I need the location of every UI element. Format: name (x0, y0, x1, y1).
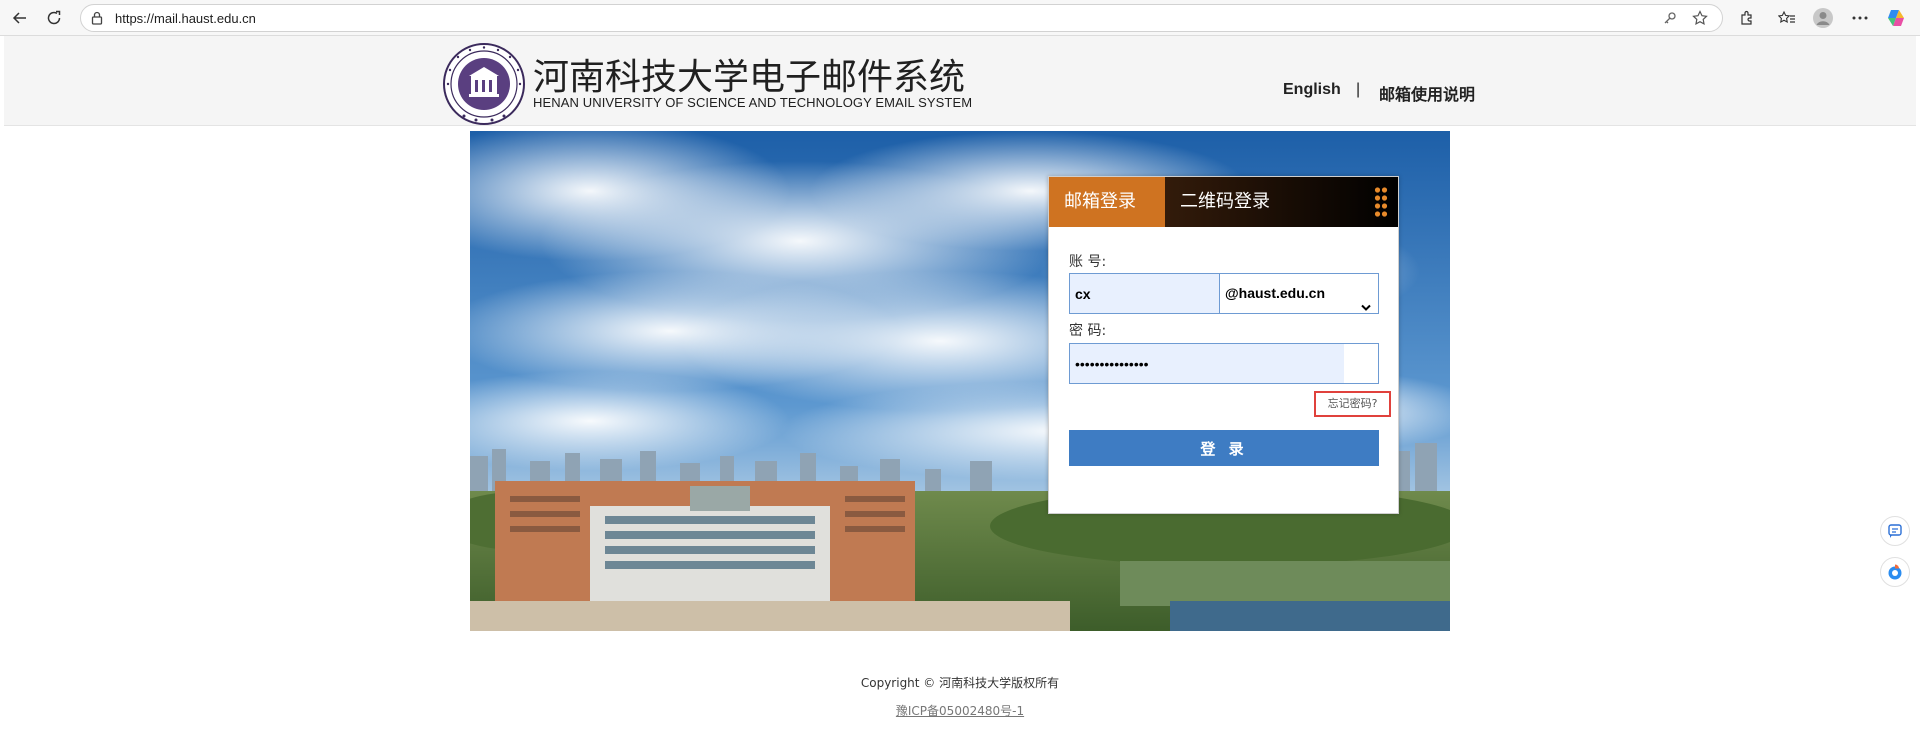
grid-dots-icon[interactable] (1374, 186, 1388, 218)
login-button[interactable]: 登 录 (1069, 430, 1379, 466)
account-input[interactable] (1070, 274, 1220, 313)
site-title-en: HENAN UNIVERSITY OF SCIENCE AND TECHNOLO… (533, 95, 973, 110)
tab-qr-login[interactable]: 二维码登录 (1180, 177, 1270, 227)
password-label: 密 码: (1069, 323, 1107, 339)
password-input[interactable] (1070, 344, 1344, 383)
forgot-password-link[interactable]: 忘记密码? (1314, 391, 1391, 417)
favorites-icon[interactable] (1775, 6, 1799, 30)
account-label: 账 号: (1069, 254, 1107, 270)
icp-link[interactable]: 豫ICP备05002480号-1 (0, 702, 1920, 719)
domain-select[interactable]: @haust.edu.cn (1220, 274, 1378, 313)
copyright-text: Copyright © 河南科技大学版权所有 (860, 676, 1060, 690)
browser-toolbar: https://mail.haust.edu.cn (0, 0, 1920, 36)
more-icon[interactable] (1848, 6, 1872, 30)
login-tabs: 邮箱登录 二维码登录 (1049, 177, 1398, 227)
assistant-icon[interactable] (1880, 557, 1910, 587)
help-link[interactable]: 邮箱使用说明 (1379, 81, 1475, 105)
header-separator: | (1356, 81, 1361, 98)
feedback-icon[interactable] (1880, 516, 1910, 546)
star-icon[interactable] (1692, 10, 1708, 31)
chevron-down-icon (1361, 288, 1371, 327)
site-title-cn: 河南科技大学电子邮件系统 (533, 57, 966, 98)
puzzle-icon[interactable] (1735, 6, 1759, 30)
url-text: https://mail.haust.edu.cn (115, 11, 256, 26)
reload-icon[interactable] (42, 6, 66, 30)
university-seal-logo (442, 42, 526, 126)
site-header: 河南科技大学电子邮件系统 HENAN UNIVERSITY OF SCIENCE… (4, 36, 1916, 126)
domain-select-value: @haust.edu.cn (1225, 285, 1325, 301)
back-arrow-icon[interactable] (8, 6, 32, 30)
login-panel: 邮箱登录 二维码登录 账 号: @haust.edu.cn 密 码: 忘记 (1048, 176, 1399, 514)
address-bar[interactable]: https://mail.haust.edu.cn (80, 4, 1723, 32)
english-link[interactable]: English (1283, 81, 1341, 99)
lock-icon[interactable] (91, 11, 103, 30)
password-field-group (1069, 343, 1379, 384)
key-icon[interactable] (1662, 10, 1678, 31)
profile-icon[interactable] (1811, 6, 1835, 30)
copilot-icon[interactable] (1884, 6, 1908, 30)
account-field-group: @haust.edu.cn (1069, 273, 1379, 314)
tab-mail-login[interactable]: 邮箱登录 (1049, 177, 1165, 227)
